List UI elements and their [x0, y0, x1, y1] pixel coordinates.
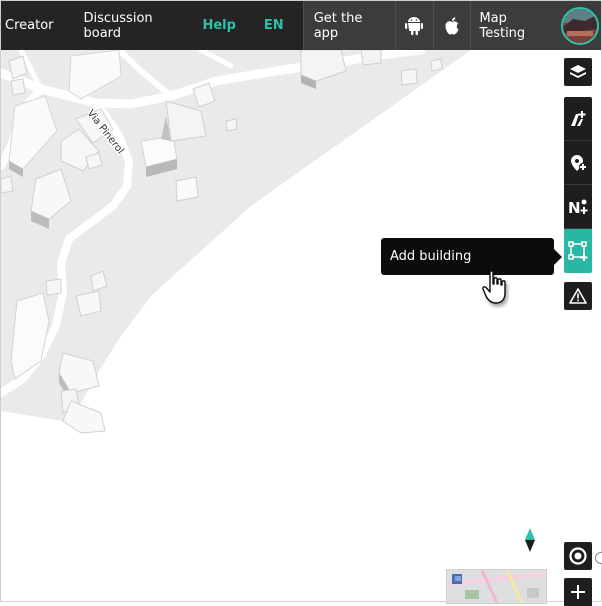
add-building-tooltip: Add building — [381, 238, 562, 275]
apple-icon — [445, 16, 459, 34]
add-road-icon — [571, 110, 586, 126]
map-drawing: Via Pinerol — [1, 50, 471, 434]
svg-text:N: N — [568, 199, 581, 216]
nav-creator-link[interactable]: Creator — [1, 1, 58, 50]
android-app-button[interactable] — [394, 1, 433, 50]
add-name-icon: N — [568, 199, 588, 216]
layers-button[interactable] — [564, 58, 592, 86]
locate-me-button[interactable] — [564, 542, 592, 570]
map-canvas[interactable]: Via Pinerol — [1, 50, 601, 601]
nav-discussion-board-link[interactable]: Discussion board — [58, 1, 183, 50]
minimap[interactable] — [446, 569, 547, 604]
language-selector[interactable]: EN — [246, 1, 295, 50]
edit-tools-group: N — [564, 97, 592, 273]
report-issue-button[interactable] — [564, 282, 592, 310]
avatar-button[interactable] — [559, 1, 601, 50]
get-the-app-label[interactable]: Get the app — [302, 1, 395, 50]
panel-handle-icon[interactable] — [595, 552, 602, 564]
add-point-icon — [571, 154, 587, 171]
add-road-button[interactable] — [564, 97, 592, 141]
ios-app-button[interactable] — [432, 1, 471, 50]
compass-icon[interactable] — [520, 526, 540, 554]
warning-icon — [569, 288, 587, 304]
plus-icon — [571, 585, 585, 599]
add-point-button[interactable] — [564, 141, 592, 185]
android-icon — [405, 16, 424, 35]
topbar-right-group: Get the app Map Testing — [302, 1, 601, 50]
nav-help-link[interactable]: Help — [182, 1, 245, 50]
project-name[interactable]: Map Testing — [470, 1, 558, 50]
main-nav: Creator Discussion board Help EN — [1, 1, 295, 50]
minimap-drawing — [447, 570, 546, 603]
add-name-button[interactable]: N — [564, 185, 592, 229]
hand-cursor-icon — [482, 270, 506, 304]
add-building-button[interactable] — [564, 229, 592, 273]
top-bar: Creator Discussion board Help EN Get the… — [1, 1, 601, 50]
target-icon — [569, 547, 587, 565]
add-building-icon — [568, 241, 588, 261]
layers-icon — [570, 65, 586, 78]
avatar — [560, 6, 599, 45]
map-toolbar: N — [564, 58, 592, 310]
